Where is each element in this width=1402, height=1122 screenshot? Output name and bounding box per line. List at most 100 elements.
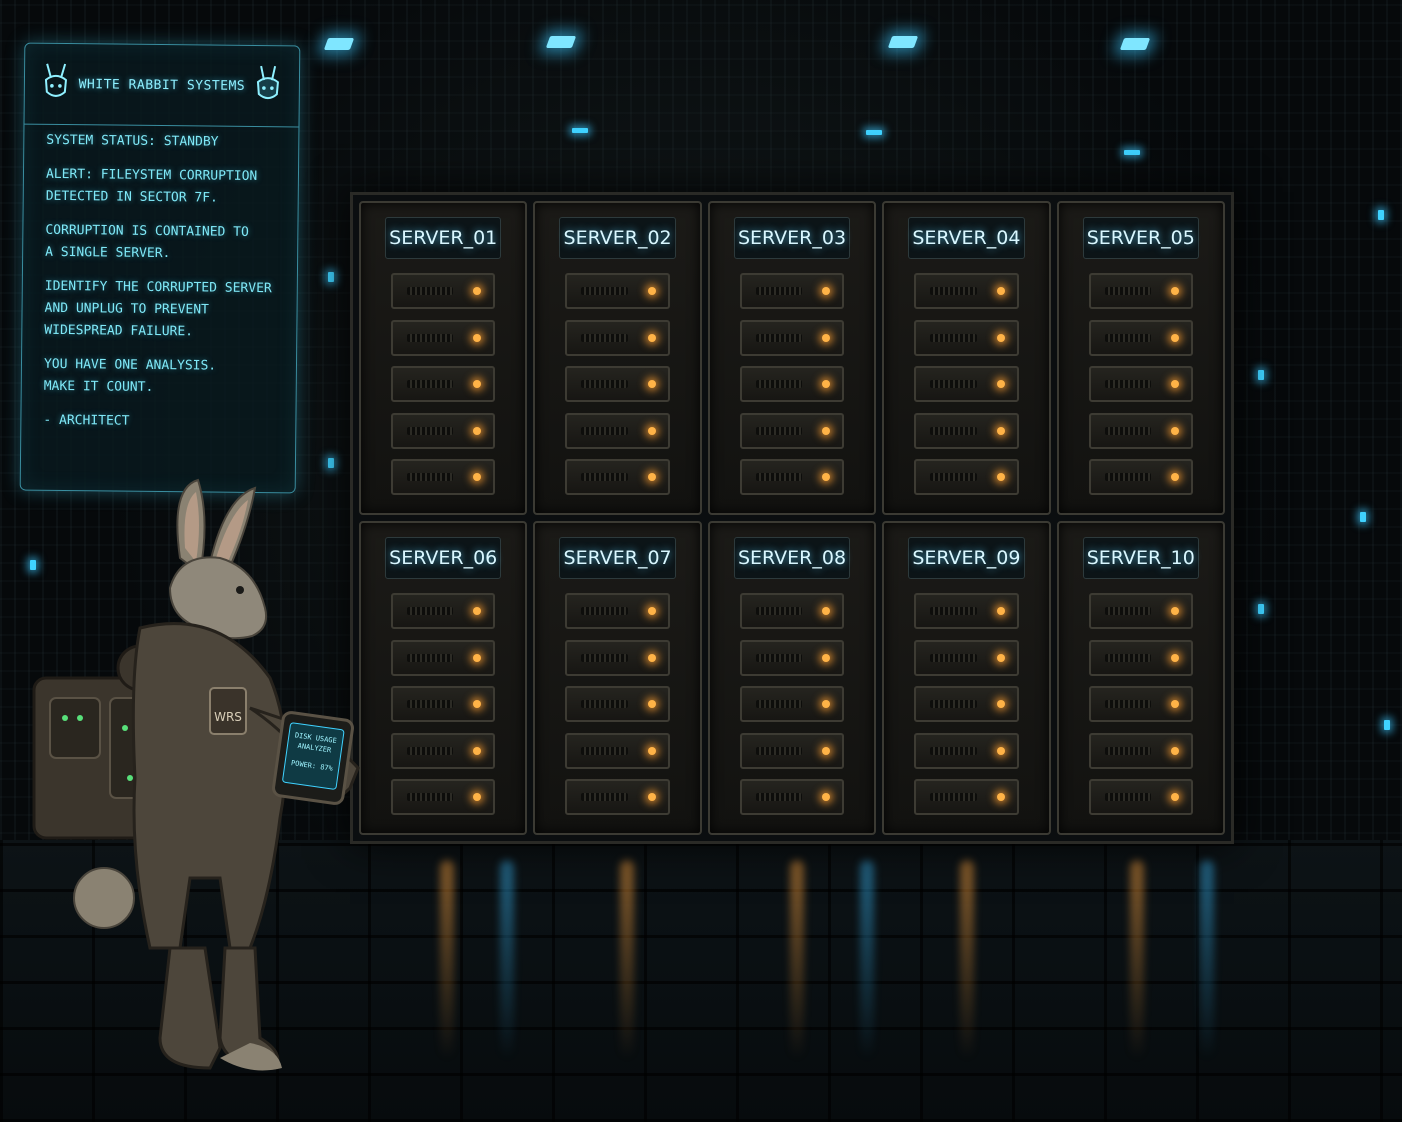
drive-led-icon (1170, 380, 1179, 388)
drive-led-icon (996, 700, 1005, 708)
containment-text: CORRUPTION IS CONTAINED TO A SINGLE SERV… (45, 222, 249, 262)
drive-led-icon (822, 700, 831, 708)
drive-bays (914, 593, 1019, 815)
drive-bays (739, 273, 845, 495)
server-01[interactable]: SERVER_01 (359, 201, 528, 515)
floor-reflection (500, 860, 514, 1060)
server-05[interactable]: SERVER_05 (1056, 201, 1225, 515)
rabbit-logo-icon (44, 63, 68, 97)
drive-led-icon (647, 607, 656, 615)
drive-bay (1088, 459, 1193, 495)
drive-bay (1088, 593, 1193, 629)
drive-bays (391, 593, 496, 815)
server-label-plate: SERVER_06 (385, 537, 502, 579)
drive-bay (391, 319, 496, 356)
drive-bay (914, 319, 1019, 356)
drive-led-icon (473, 746, 482, 755)
drive-bay (739, 639, 845, 676)
drive-led-icon (473, 793, 482, 801)
drive-led-icon (1170, 653, 1179, 662)
server-06[interactable]: SERVER_06 (359, 521, 528, 835)
drive-led-icon (822, 380, 831, 388)
drive-led-icon (822, 333, 831, 342)
drive-bay (739, 732, 845, 769)
drive-bays (1088, 273, 1193, 495)
warning-text: YOU HAVE ONE ANALYSIS. MAKE IT COUNT. (43, 356, 217, 395)
floor-reflection (1130, 860, 1144, 1060)
signature-text: - ARCHITECT (43, 412, 130, 429)
drive-bay (739, 273, 845, 309)
wall-led (572, 128, 588, 133)
server-label: SERVER_06 (389, 547, 498, 569)
drive-bay (914, 732, 1019, 769)
drive-bay (739, 459, 845, 495)
drive-bay (739, 593, 845, 629)
drive-led-icon (822, 793, 831, 801)
drive-bay (1088, 319, 1193, 356)
drive-led-icon (473, 287, 482, 295)
server-label: SERVER_04 (912, 227, 1021, 249)
drive-bay (914, 459, 1019, 495)
wall-led (1258, 370, 1264, 380)
shoulder-patch-text: WRS (214, 710, 242, 724)
drive-bay (565, 593, 670, 629)
drive-led-icon (1170, 333, 1179, 342)
drive-bay (391, 639, 496, 676)
wall-led (328, 458, 334, 468)
rabbit-logo-icon (256, 65, 279, 100)
drive-bay (739, 319, 845, 356)
server-label-plate: SERVER_10 (1082, 537, 1199, 579)
wall-led (1124, 150, 1140, 155)
server-label: SERVER_10 (1086, 547, 1195, 569)
drive-led-icon (647, 746, 656, 755)
drive-bay (739, 686, 845, 722)
drive-led-icon (647, 426, 656, 435)
drive-bay (739, 779, 845, 815)
drive-bay (391, 686, 496, 722)
floor-reflection (620, 860, 634, 1060)
server-04[interactable]: SERVER_04 (882, 201, 1051, 515)
server-label: SERVER_08 (737, 547, 847, 569)
drive-bay (1088, 779, 1193, 815)
server-09[interactable]: SERVER_09 (882, 521, 1051, 835)
drive-bays (1088, 593, 1193, 815)
drive-led-icon (822, 746, 831, 755)
drive-led-icon (822, 426, 831, 435)
drive-led-icon (996, 380, 1005, 388)
drive-led-icon (473, 426, 482, 435)
server-02[interactable]: SERVER_02 (533, 201, 702, 515)
server-label-plate: SERVER_09 (908, 537, 1025, 579)
drive-bays (914, 273, 1019, 495)
drive-led-icon (996, 426, 1005, 435)
floor-reflection (440, 860, 454, 1060)
drive-led-icon (996, 473, 1005, 481)
drive-led-icon (1170, 473, 1179, 481)
floor-reflection (860, 860, 874, 1060)
drive-led-icon (473, 473, 482, 481)
drive-led-icon (1170, 700, 1179, 708)
drive-led-icon (647, 380, 656, 388)
drive-bay (565, 686, 670, 722)
server-08[interactable]: SERVER_08 (707, 521, 877, 835)
drive-bay (739, 412, 845, 449)
server-03[interactable]: SERVER_03 (707, 201, 877, 515)
floor-reflection (960, 860, 974, 1060)
drive-led-icon (822, 287, 831, 295)
server-grid: SERVER_01 SERVER_02 SERVER_03 SERVER_04 … (353, 195, 1231, 841)
ceiling-light (323, 38, 355, 50)
drive-bay (1088, 639, 1193, 676)
drive-led-icon (647, 333, 656, 342)
server-10[interactable]: SERVER_10 (1056, 521, 1225, 835)
server-07[interactable]: SERVER_07 (533, 521, 702, 835)
ceiling-light (887, 36, 919, 48)
drive-bay (914, 686, 1019, 722)
drive-bay (914, 366, 1019, 402)
drive-bay (739, 366, 845, 402)
drive-led-icon (996, 607, 1005, 615)
drive-led-icon (473, 700, 482, 708)
ceiling-light (1119, 38, 1151, 50)
drive-bay (565, 319, 670, 356)
drive-bay (565, 459, 670, 495)
drive-bay (914, 412, 1019, 449)
terminal-body: SYSTEM STATUS: STANDBY ALERT: FILEYSTEM … (43, 130, 284, 446)
